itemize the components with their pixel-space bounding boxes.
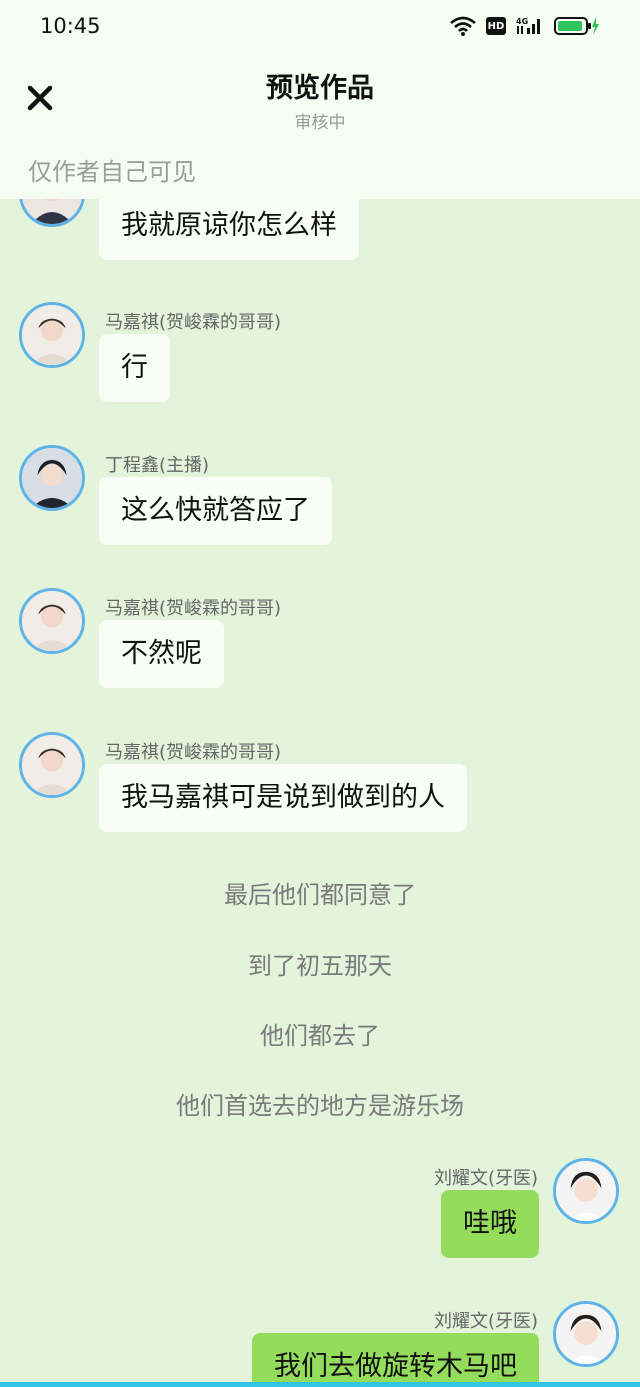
narration-text: 他们都去了 — [260, 1022, 380, 1050]
wifi-icon — [450, 16, 476, 36]
status-icons: HD 4G — [450, 16, 600, 36]
hd-icon: HD — [486, 17, 506, 35]
sender-name: 刘耀文(牙医) — [433, 1311, 538, 1332]
review-status: 审核中 — [294, 113, 346, 133]
avatar[interactable] — [19, 199, 85, 227]
narration-text: 他们首选去的地方是游乐场 — [176, 1092, 464, 1120]
header: 预览作品 审核中 仅作者自己可见 — [0, 56, 640, 199]
avatar[interactable] — [19, 302, 85, 368]
sender-name: 刘耀文(牙医) — [433, 1168, 538, 1189]
page-title: 预览作品 — [266, 73, 374, 104]
sender-name: 马嘉祺(贺峻霖的哥哥) — [105, 598, 282, 619]
chat-area[interactable]: 我就原谅你怎么样 马嘉祺(贺峻霖的哥哥) 行 丁程鑫(主播) 这么快就答应了 马… — [0, 199, 640, 1382]
visibility-note: 仅作者自己可见 — [28, 158, 196, 186]
avatar[interactable] — [19, 445, 85, 511]
battery-icon — [554, 17, 599, 35]
message-bubble: 行 — [99, 334, 170, 402]
network-type-label: 4G — [516, 17, 528, 26]
narration-text: 到了初五那天 — [248, 952, 392, 980]
message-bubble: 我马嘉祺可是说到做到的人 — [99, 764, 467, 832]
bottom-indicator — [0, 1382, 640, 1387]
sender-name: 马嘉祺(贺峻霖的哥哥) — [105, 742, 282, 763]
narration-text: 最后他们都同意了 — [224, 881, 416, 909]
avatar[interactable] — [19, 588, 85, 654]
avatar[interactable] — [553, 1158, 619, 1224]
message-bubble: 不然呢 — [99, 620, 224, 688]
message-bubble: 我就原谅你怎么样 — [99, 199, 359, 260]
message-bubble: 我们去做旋转木马吧 — [252, 1333, 539, 1382]
message-bubble: 这么快就答应了 — [99, 477, 332, 545]
message-bubble: 哇哦 — [441, 1190, 539, 1258]
status-bar: 10:45 HD 4G — [0, 0, 640, 56]
avatar[interactable] — [19, 732, 85, 798]
sender-name: 丁程鑫(主播) — [105, 455, 210, 476]
avatar[interactable] — [553, 1301, 619, 1367]
status-time: 10:45 — [40, 14, 101, 38]
sender-name: 马嘉祺(贺峻霖的哥哥) — [105, 312, 282, 333]
signal-icon: 4G — [516, 17, 540, 34]
